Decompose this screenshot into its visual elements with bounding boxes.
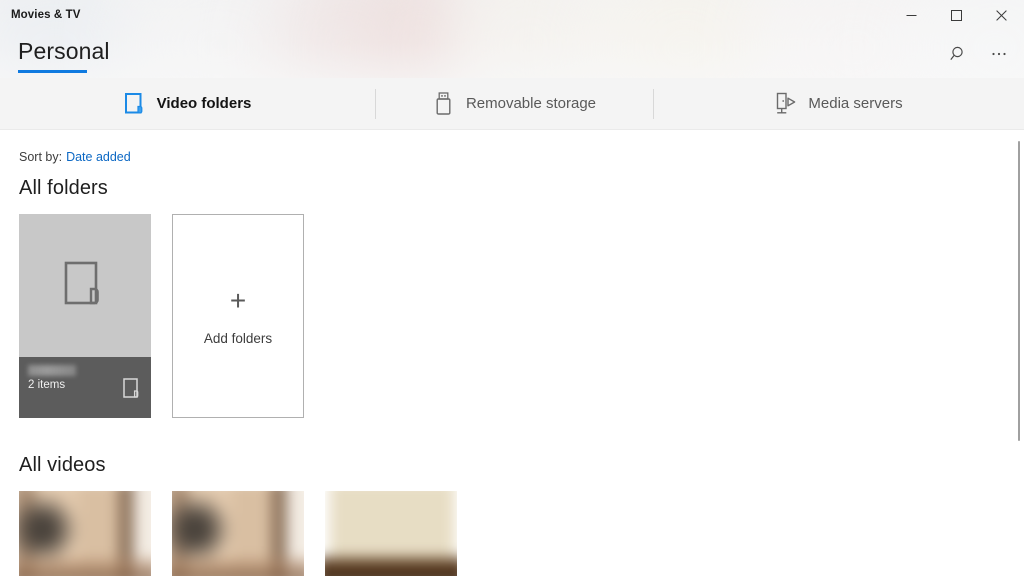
page-title-accent-underline [18,70,87,73]
movies-and-tv-window: Movies & TV Personal Video folders Remov… [0,0,1024,576]
scrollbar-thumb[interactable] [1018,141,1020,441]
all-folders-heading: All folders [19,177,108,199]
maximize-icon [951,9,962,21]
page-header: Personal [0,30,1024,78]
content-area: Sort by: Date added All folders 2 items [0,131,1024,576]
all-videos-heading: All videos [19,454,106,476]
folder-tile-artwork [19,214,151,357]
video-thumbnail-grid [19,491,457,576]
vertical-scrollbar[interactable] [1011,131,1023,576]
add-plus-icon: + [229,284,247,316]
window-caption-buttons [889,0,1024,30]
sort-by: Sort by: Date added [19,150,131,164]
header-action-bar [940,36,1018,72]
page-title: Personal [18,38,110,64]
tab-media-servers[interactable]: Media servers [775,78,903,130]
folder-tile-caption: 2 items [19,357,151,418]
search-icon [950,46,963,60]
add-folders-tile[interactable]: + Add folders [172,214,304,418]
search-button[interactable] [940,36,978,72]
tab-removable-storage[interactable]: Removable storage [433,78,596,130]
minimize-icon [906,14,917,16]
add-folders-label: Add folders [203,330,273,346]
title-bar[interactable]: Movies & TV [0,0,1024,30]
video-thumbnail-1[interactable] [19,491,151,576]
sort-by-value-link[interactable]: Date added [66,150,131,164]
folder-item-count: 2 items [28,379,66,391]
sort-by-label: Sort by: [19,150,63,164]
folder-tile-grid: 2 items + Add folders [19,214,304,418]
tab-video-folders-label: Video folders [156,95,252,112]
close-icon [996,9,1007,21]
folder-name-redacted [28,365,76,376]
app-title: Movies & TV [11,9,81,21]
tab-video-folders[interactable]: Video folders [124,78,252,130]
usb-drive-icon [433,91,455,116]
more-options-icon [992,52,1006,56]
more-options-button[interactable] [980,36,1018,72]
close-button[interactable] [979,0,1024,30]
maximize-button[interactable] [934,0,979,30]
video-thumbnail-3[interactable] [325,491,457,576]
tab-strip: Video folders Removable storage Media se… [0,78,1024,130]
video-thumbnail-2[interactable] [172,491,304,576]
folder-icon [64,261,99,304]
tab-media-servers-label: Media servers [808,95,903,112]
folder-badge-icon [123,378,142,406]
media-server-icon [775,92,797,116]
folder-tile[interactable]: 2 items [19,214,151,418]
video-folder-icon [124,92,146,116]
minimize-button[interactable] [889,0,934,30]
tab-removable-storage-label: Removable storage [465,95,597,112]
